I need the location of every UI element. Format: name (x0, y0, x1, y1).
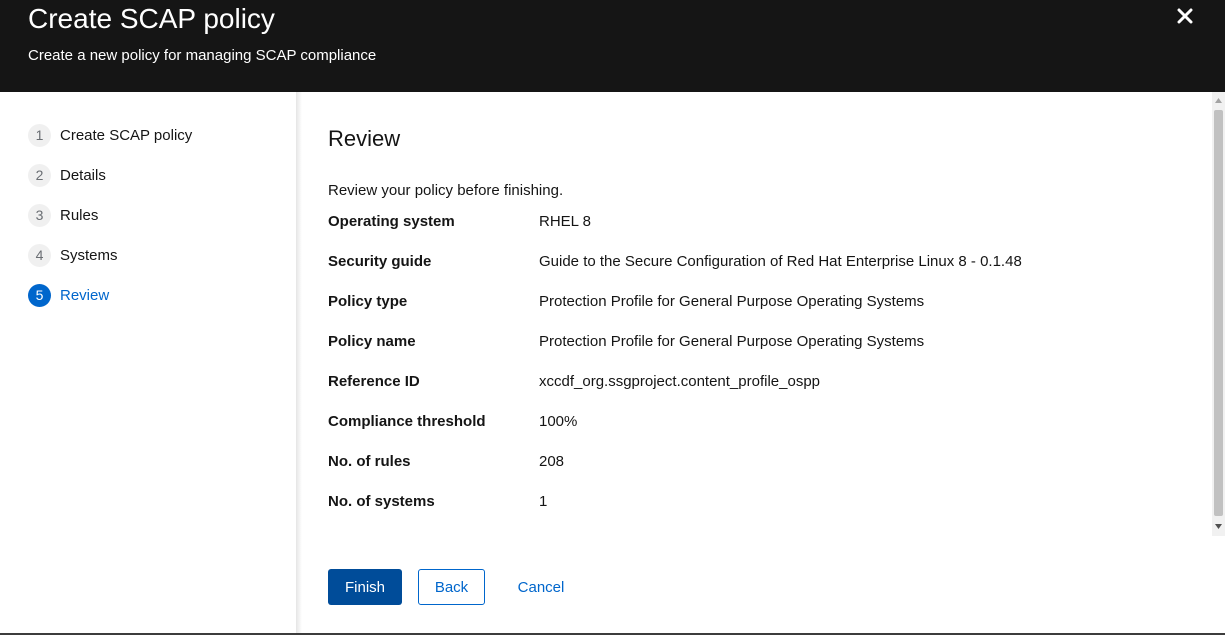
modal-description: Create a new policy for managing SCAP co… (28, 47, 377, 64)
modal-title: Create SCAP policy (28, 3, 275, 34)
row-value: Protection Profile for General Purpose O… (539, 333, 925, 350)
scroll-up-arrow-icon[interactable] (1212, 94, 1225, 106)
review-row-reference-id: Reference ID xccdf_org.ssgproject.conten… (328, 373, 820, 393)
row-label: No. of systems (328, 493, 435, 510)
step-number: 2 (28, 163, 51, 187)
nav-step-create-scap-policy[interactable]: 1 Create SCAP policy (28, 123, 192, 147)
step-label-active: Review (60, 286, 110, 304)
review-title: Review (328, 126, 401, 151)
row-label: Compliance threshold (328, 413, 486, 430)
step-number-active: 5 (28, 283, 51, 307)
row-value: 208 (539, 453, 565, 470)
step-number: 1 (28, 123, 51, 147)
row-label: Operating system (328, 213, 455, 230)
row-value: RHEL 8 (539, 213, 591, 230)
bottom-border (0, 633, 1225, 639)
review-row-policy-type: Policy type Protection Profile for Gener… (328, 293, 924, 313)
row-label: Reference ID (328, 373, 420, 390)
scroll-down-arrow-icon[interactable] (1212, 520, 1225, 532)
scrollbar-thumb[interactable] (1214, 110, 1223, 516)
nav-step-systems[interactable]: 4 Systems (28, 243, 118, 267)
step-number: 4 (28, 243, 51, 267)
review-row-systems-count: No. of systems 1 (328, 493, 547, 513)
review-row-compliance-threshold: Compliance threshold 100% (328, 413, 577, 433)
step-number: 3 (28, 203, 51, 227)
back-button[interactable]: Back (418, 569, 485, 605)
step-label: Rules (60, 206, 99, 224)
nav-step-review[interactable]: 5 Review (28, 283, 109, 307)
review-row-operating-system: Operating system RHEL 8 (328, 213, 591, 233)
scrollbar[interactable] (1212, 92, 1225, 536)
row-value: Protection Profile for General Purpose O… (539, 293, 925, 310)
row-value: 100% (539, 413, 578, 430)
wizard-nav: 1 Create SCAP policy 2 Details 3 Rules 4… (0, 92, 296, 633)
nav-step-details[interactable]: 2 Details (28, 163, 106, 187)
row-label: Policy type (328, 293, 408, 310)
review-row-rules-count: No. of rules 208 (328, 453, 564, 473)
review-description: Review your policy before finishing. (328, 182, 564, 199)
step-label: Details (60, 166, 106, 184)
row-label: Policy name (328, 333, 416, 350)
row-value: Guide to the Secure Configuration of Red… (539, 253, 1022, 270)
close-icon (1177, 8, 1193, 24)
row-label: Security guide (328, 253, 432, 270)
step-label: Create SCAP policy (60, 126, 193, 144)
finish-button[interactable]: Finish (328, 569, 402, 605)
row-value: 1 (539, 493, 548, 510)
modal-header: Create SCAP policy Create a new policy f… (0, 0, 1225, 92)
review-row-security-guide: Security guide Guide to the Secure Confi… (328, 253, 1022, 273)
wizard-main: Review Review your policy before finishi… (302, 92, 1212, 633)
step-label: Systems (60, 246, 118, 264)
row-value: xccdf_org.ssgproject.content_profile_osp… (539, 373, 821, 390)
cancel-button[interactable]: Cancel (508, 569, 574, 605)
nav-step-rules[interactable]: 3 Rules (28, 203, 98, 227)
review-row-policy-name: Policy name Protection Profile for Gener… (328, 333, 924, 353)
row-label: No. of rules (328, 453, 411, 470)
close-button[interactable] (1170, 2, 1200, 30)
